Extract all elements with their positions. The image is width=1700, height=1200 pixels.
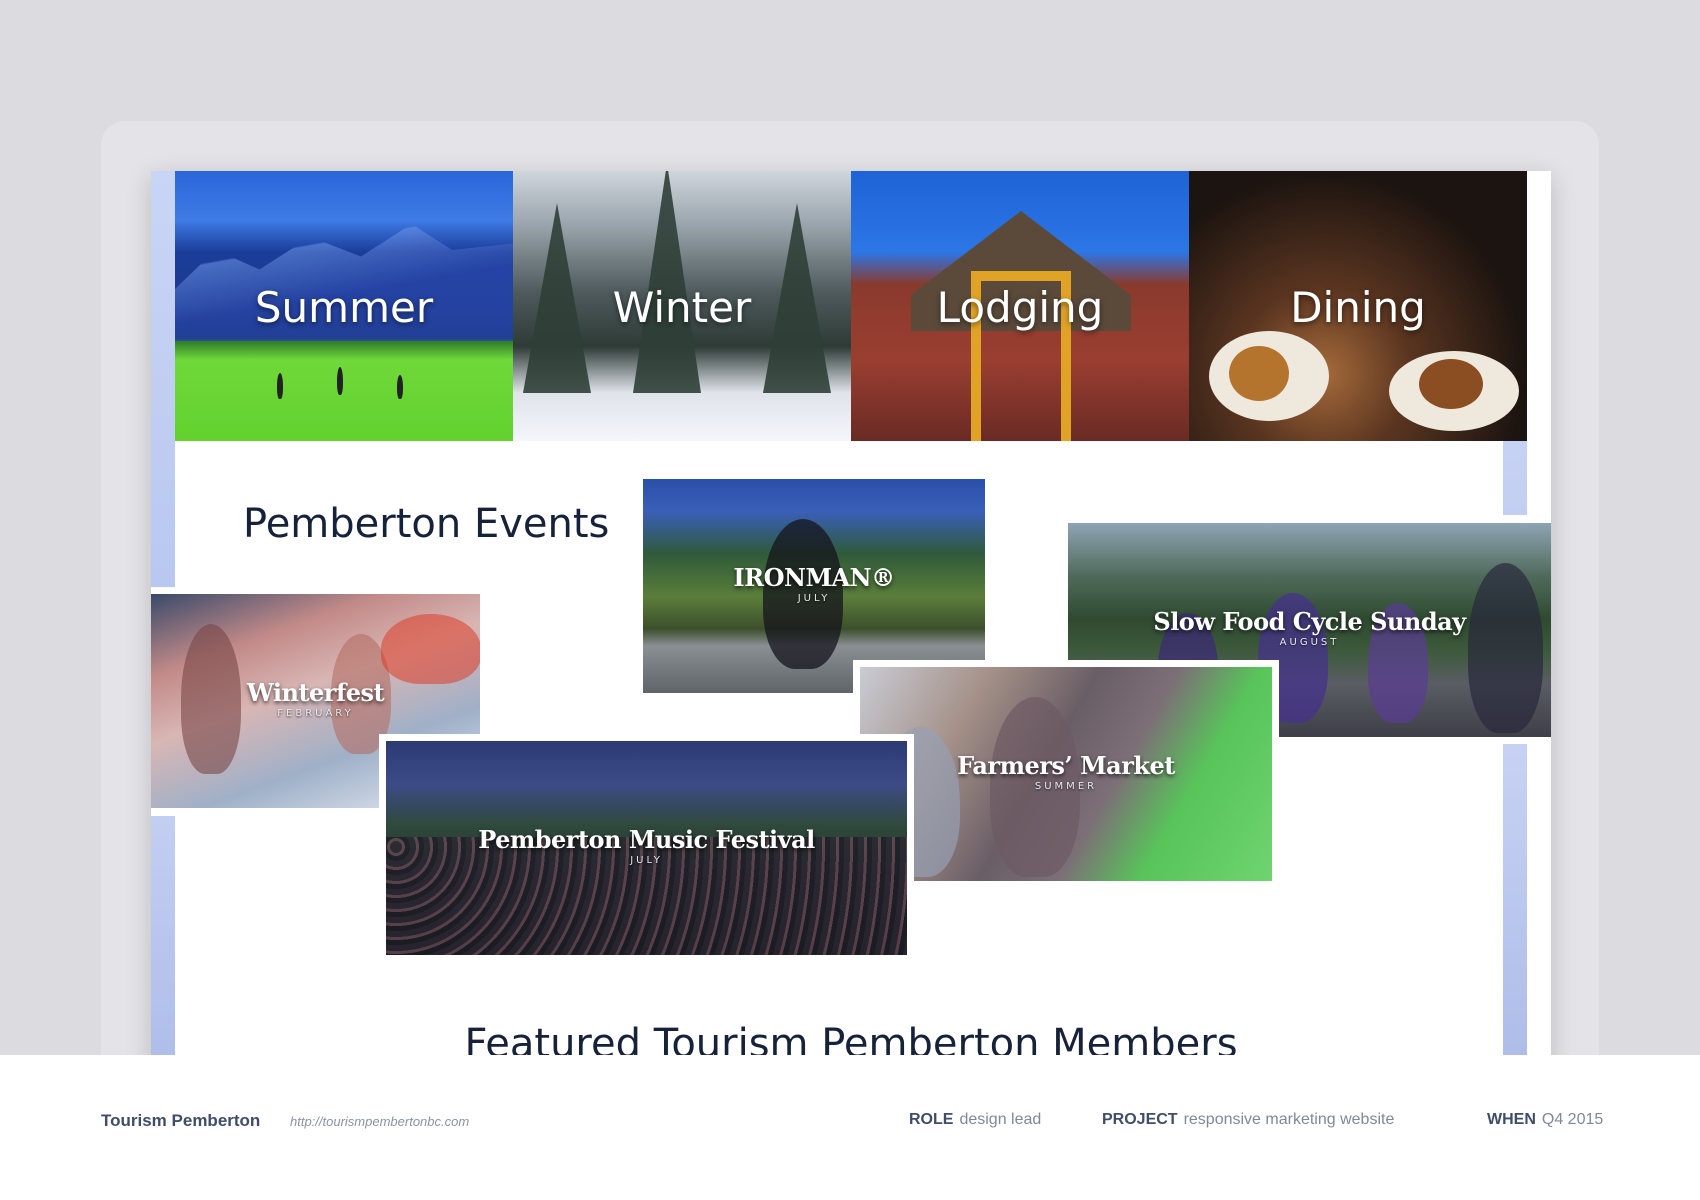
category-tile-dining[interactable]: Dining <box>1189 171 1527 441</box>
role-value: design lead <box>959 1111 1042 1128</box>
project-url[interactable]: http://tourismpembertonbc.com <box>290 1114 469 1129</box>
project-label: PROJECT <box>1102 1111 1178 1128</box>
accent-stripe-left-top <box>151 171 175 587</box>
event-card-pemberton-music-festival[interactable]: Pemberton Music Festival JULY <box>386 741 907 955</box>
category-label-lodging: Lodging <box>936 283 1104 332</box>
role-meta: ROLE design lead <box>909 1111 1041 1129</box>
category-tile-winter[interactable]: Winter <box>513 171 851 441</box>
event-name: Winterfest <box>246 678 385 707</box>
category-tiles: Summer Winter Lodging Dining <box>175 171 1527 441</box>
project-value: responsive marketing website <box>1183 1111 1395 1128</box>
when-meta: WHEN Q4 2015 <box>1487 1111 1603 1129</box>
event-card-farmers-market[interactable]: Farmers’ Market SUMMER <box>860 667 1272 881</box>
event-month: FEBRUARY <box>277 708 354 719</box>
event-month: AUGUST <box>1279 637 1340 648</box>
event-month: SUMMER <box>1034 781 1098 792</box>
role-label: ROLE <box>909 1111 954 1128</box>
event-name: Slow Food Cycle Sunday <box>1153 607 1466 636</box>
event-name: IRONMAN® <box>733 563 895 592</box>
events-heading: Pemberton Events <box>243 501 610 547</box>
event-month: JULY <box>630 855 663 866</box>
category-tile-summer[interactable]: Summer <box>175 171 513 441</box>
when-value: Q4 2015 <box>1541 1111 1604 1128</box>
project-meta: PROJECT responsive marketing website <box>1102 1111 1394 1129</box>
category-tile-lodging[interactable]: Lodging <box>851 171 1189 441</box>
project-caption: Tourism Pemberton http://tourismpemberto… <box>0 1055 1700 1200</box>
category-label-summer: Summer <box>254 283 434 332</box>
project-title: Tourism Pemberton <box>101 1111 261 1130</box>
event-month: JULY <box>797 593 831 604</box>
event-card-ironman[interactable]: IRONMAN® JULY <box>643 479 985 693</box>
category-label-winter: Winter <box>612 283 752 332</box>
when-label: WHEN <box>1487 1111 1536 1128</box>
event-name: Pemberton Music Festival <box>478 825 815 854</box>
event-name: Farmers’ Market <box>957 751 1175 780</box>
website-screen: Summer Winter Lodging Dining Pemberton E… <box>151 171 1551 1121</box>
category-label-dining: Dining <box>1290 283 1426 332</box>
